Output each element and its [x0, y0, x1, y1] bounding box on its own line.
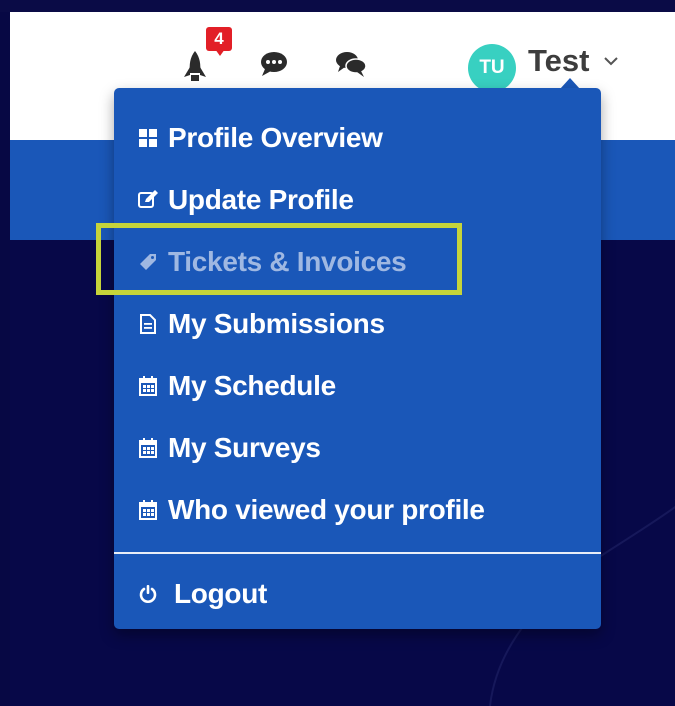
calendar-icon	[138, 376, 158, 396]
rocket-icon[interactable]	[178, 48, 212, 86]
edit-icon	[138, 190, 158, 210]
menu-item-profile-overview[interactable]: Profile Overview	[138, 118, 578, 158]
grid-icon	[138, 128, 158, 148]
power-icon	[138, 584, 158, 604]
document-icon	[138, 314, 158, 334]
calendar-icon	[138, 438, 158, 458]
menu-divider	[114, 552, 601, 554]
user-avatar[interactable]: TU	[468, 44, 516, 92]
window-frame	[0, 0, 675, 12]
notification-badge-tail	[215, 49, 225, 56]
menu-item-label: Logout	[174, 578, 268, 609]
profile-dropdown-menu: Profile Overview Update Profile Tickets …	[114, 88, 601, 629]
menu-item-update-profile[interactable]: Update Profile	[138, 180, 578, 220]
menu-item-my-submissions[interactable]: My Submissions	[138, 304, 578, 344]
chat-bubble-icon[interactable]	[258, 50, 290, 78]
highlight-box	[96, 223, 462, 295]
menu-item-my-surveys[interactable]: My Surveys	[138, 428, 578, 468]
calendar-icon	[138, 500, 158, 520]
menu-item-who-viewed-profile[interactable]: Who viewed your profile	[138, 490, 578, 530]
menu-item-label: Profile Overview	[168, 122, 383, 153]
chevron-down-icon[interactable]	[604, 53, 618, 71]
menu-item-label: My Schedule	[168, 370, 336, 401]
comments-icon[interactable]	[334, 50, 368, 78]
menu-item-label: My Submissions	[168, 308, 385, 339]
menu-item-label: My Surveys	[168, 432, 321, 463]
menu-item-my-schedule[interactable]: My Schedule	[138, 366, 578, 406]
menu-item-logout[interactable]: Logout	[138, 574, 578, 614]
menu-item-label: Update Profile	[168, 184, 354, 215]
user-name[interactable]: Test	[528, 44, 589, 78]
notification-badge: 4	[206, 27, 232, 51]
menu-item-label: Who viewed your profile	[168, 494, 485, 525]
